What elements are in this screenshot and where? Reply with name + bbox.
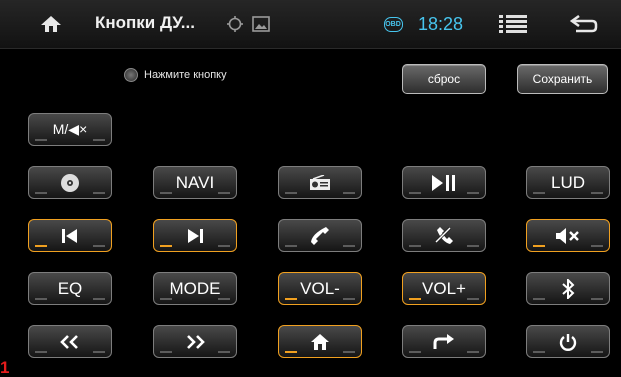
reset-button[interactable]: сброс	[402, 64, 486, 94]
fast-forward-icon	[184, 334, 206, 349]
home-icon	[41, 16, 61, 32]
lud-label: LUD	[550, 172, 585, 192]
volume-down-key[interactable]: VOL-	[278, 272, 362, 305]
volume-down-label: VOL-	[300, 278, 340, 298]
obd-icon: OBD	[382, 0, 404, 48]
call-key[interactable]	[278, 219, 362, 252]
rewind-icon	[59, 334, 81, 349]
back-arrow-icon	[570, 15, 598, 33]
mute-mode-label: M/◀×	[52, 121, 88, 137]
radio-key[interactable]	[278, 166, 362, 199]
radio-indicator	[124, 68, 138, 82]
previous-track-icon	[62, 228, 78, 243]
back-button[interactable]	[560, 0, 608, 48]
volume-up-label: VOL+	[422, 278, 466, 298]
phone-hangup-icon	[434, 226, 454, 246]
fast-forward-key[interactable]	[153, 325, 237, 358]
corner-marker: 1	[0, 358, 10, 377]
disc-icon	[60, 173, 80, 193]
status-bar: Кнопки ДУ... OBD 18:28	[0, 0, 621, 49]
eq-key[interactable]: EQ	[28, 272, 112, 305]
mute-mode-key[interactable]: M/◀×	[28, 113, 112, 146]
image-icon	[250, 0, 272, 48]
home-button[interactable]	[28, 0, 74, 48]
home-key[interactable]	[278, 325, 362, 358]
eq-label: EQ	[57, 278, 83, 298]
press-button-radio[interactable]: Нажмите кнопку	[124, 68, 227, 82]
return-icon	[433, 333, 455, 351]
radio-icon	[309, 174, 331, 191]
obd-badge: OBD	[383, 16, 403, 32]
save-button[interactable]: Сохранить	[517, 64, 608, 94]
gps-icon	[224, 0, 246, 48]
page-title: Кнопки ДУ...	[95, 13, 195, 32]
mute-icon	[556, 227, 580, 244]
rewind-key[interactable]	[28, 325, 112, 358]
dvd-key[interactable]	[28, 166, 112, 199]
navi-key[interactable]: NAVI	[153, 166, 237, 199]
home-icon	[310, 333, 330, 351]
navi-label: NAVI	[175, 172, 215, 192]
mode-key[interactable]: MODE	[153, 272, 237, 305]
clock: 18:28	[418, 14, 464, 34]
bluetooth-key[interactable]	[526, 272, 610, 305]
power-key[interactable]	[526, 325, 610, 358]
mute-key[interactable]	[526, 219, 610, 252]
next-track-key[interactable]	[153, 219, 237, 252]
return-key[interactable]	[402, 325, 486, 358]
lud-key[interactable]: LUD	[526, 166, 610, 199]
bluetooth-icon	[561, 278, 575, 299]
play-pause-icon	[431, 174, 457, 191]
list-menu-icon	[499, 15, 527, 33]
phone-answer-icon	[310, 226, 330, 246]
hangup-key[interactable]	[402, 219, 486, 252]
press-button-prompt: Нажмите кнопку	[144, 69, 227, 81]
power-icon	[559, 333, 577, 351]
mode-label: MODE	[169, 278, 221, 298]
volume-up-key[interactable]: VOL+	[402, 272, 486, 305]
previous-track-key[interactable]	[28, 219, 112, 252]
play-pause-key[interactable]	[402, 166, 486, 199]
next-track-icon	[187, 228, 203, 243]
menu-button[interactable]	[492, 0, 534, 48]
